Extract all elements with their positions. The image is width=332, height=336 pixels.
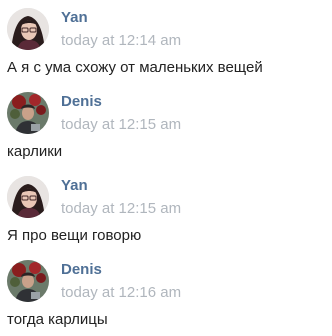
message-text: тогда карлицы: [7, 311, 108, 328]
message: Yan today at 12:14 am А я с ума схожу от…: [0, 0, 332, 84]
author-name[interactable]: Yan: [61, 177, 88, 195]
message: Denis today at 12:15 am карлики: [0, 84, 332, 168]
chat-history: Yan today at 12:14 am А я с ума схожу от…: [0, 0, 332, 334]
avatar-denis-image: [7, 92, 49, 134]
avatar-yan[interactable]: [7, 8, 49, 50]
message-timestamp: today at 12:14 am: [61, 32, 182, 49]
message-timestamp: today at 12:15 am: [61, 116, 182, 133]
avatar-yan-image: [7, 8, 49, 50]
message: Denis today at 12:16 am тогда карлицы: [0, 252, 332, 336]
message-text: карлики: [7, 143, 63, 160]
avatar-denis-image: [7, 260, 49, 302]
message-timestamp: today at 12:15 am: [61, 200, 182, 217]
avatar-denis[interactable]: [7, 92, 49, 134]
message-timestamp: today at 12:16 am: [61, 284, 182, 301]
message: Yan today at 12:15 am Я про вещи говорю: [0, 168, 332, 252]
author-name[interactable]: Yan: [61, 9, 88, 27]
avatar-yan[interactable]: [7, 176, 49, 218]
message-text: А я с ума схожу от маленьких вещей: [7, 59, 263, 76]
message-text: Я про вещи говорю: [7, 227, 142, 244]
avatar-yan-image: [7, 176, 49, 218]
avatar-denis[interactable]: [7, 260, 49, 302]
author-name[interactable]: Denis: [61, 93, 102, 111]
author-name[interactable]: Denis: [61, 261, 102, 279]
